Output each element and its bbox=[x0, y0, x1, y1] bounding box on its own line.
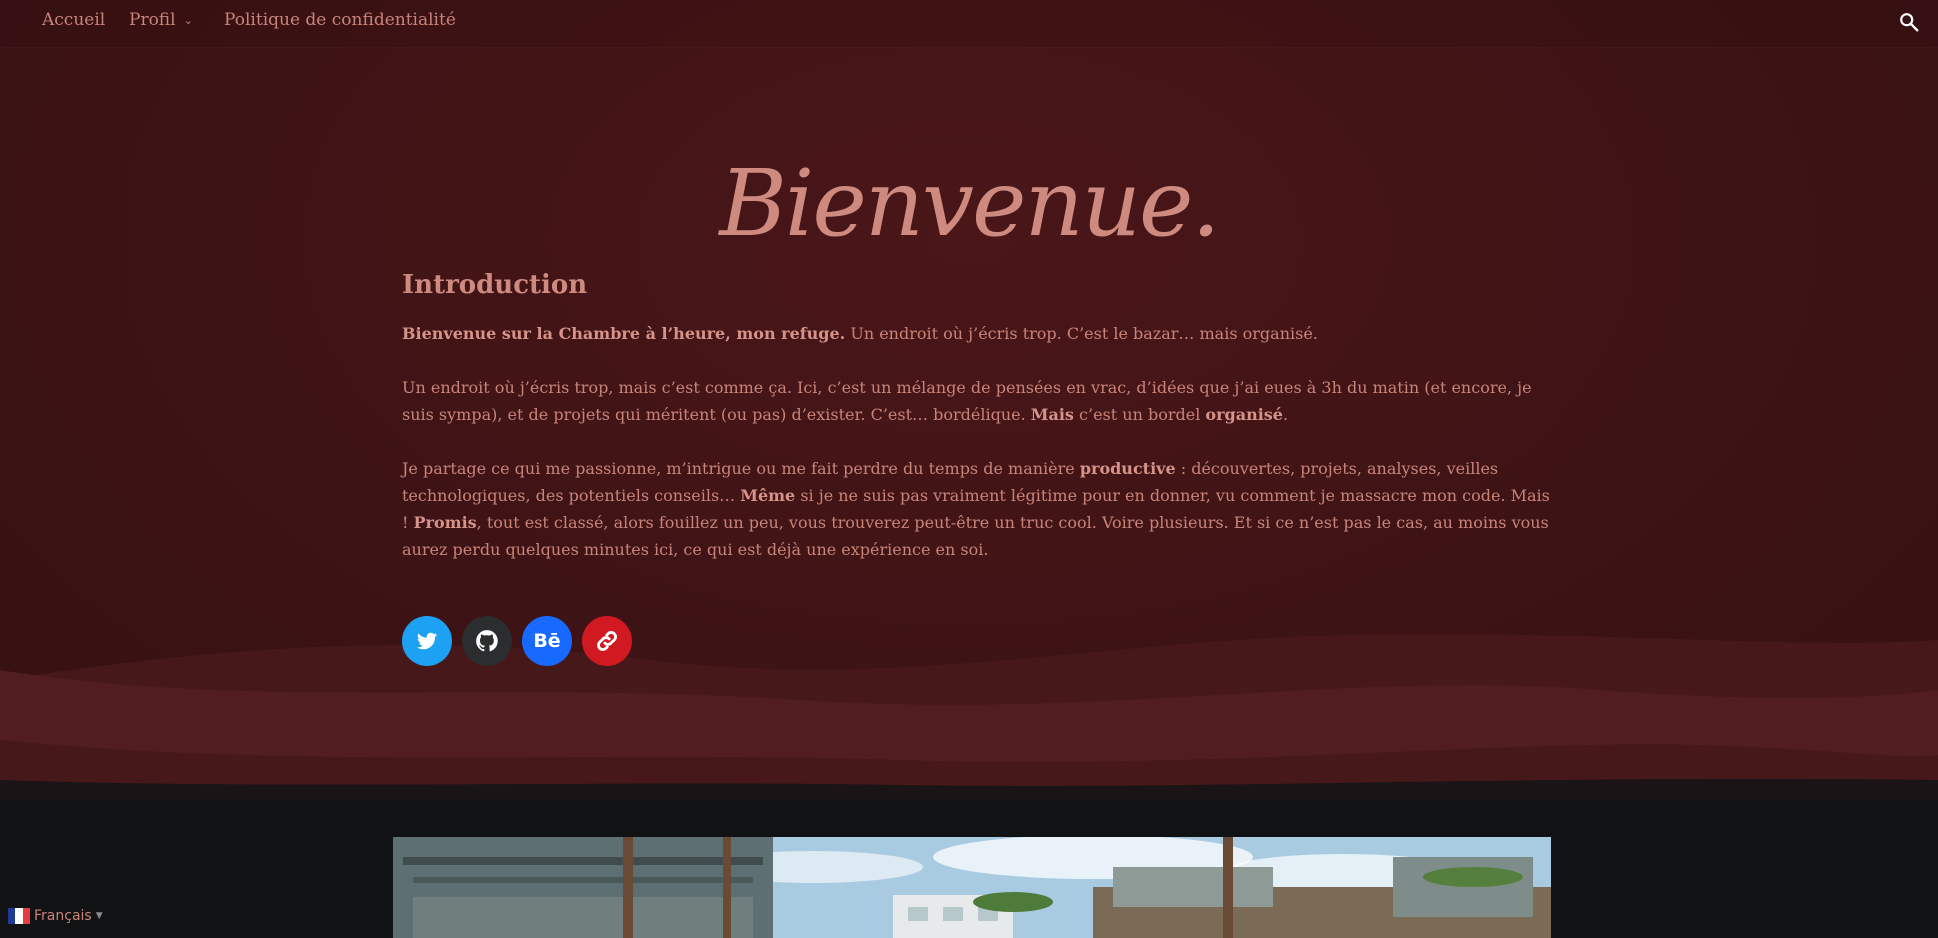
text-span: . bbox=[1282, 405, 1289, 424]
featured-image bbox=[393, 837, 1551, 938]
bold-text: Même bbox=[740, 486, 796, 505]
intro-paragraph-2: Un endroit où j’écris trop, mais c’est c… bbox=[402, 374, 1552, 428]
text-span: Un endroit où j’écris trop. C’est le baz… bbox=[845, 324, 1318, 343]
twitter-link[interactable] bbox=[402, 616, 452, 666]
nav-item-profil[interactable]: Profil ⌄ bbox=[129, 10, 193, 30]
intro-section: Introduction Bienvenue sur la Chambre à … bbox=[402, 270, 1552, 590]
bold-text: Mais bbox=[1030, 405, 1074, 424]
text-span: , tout est classé, alors fouillez un peu… bbox=[402, 513, 1549, 559]
github-link[interactable] bbox=[462, 616, 512, 666]
website-link[interactable] bbox=[582, 616, 632, 666]
text-span: Un endroit où j’écris trop, mais c’est c… bbox=[402, 378, 1532, 424]
page-title: Bienvenue. bbox=[719, 150, 1220, 257]
text-span: c’est un bordel bbox=[1073, 405, 1206, 424]
link-icon bbox=[597, 631, 617, 651]
language-switcher[interactable]: Français ▼ bbox=[8, 908, 103, 924]
language-label: Français bbox=[34, 908, 92, 924]
section-heading: Introduction bbox=[402, 270, 588, 300]
intro-paragraph-1: Bienvenue sur la Chambre à l’heure, mon … bbox=[402, 320, 1552, 347]
france-flag-icon bbox=[8, 908, 30, 924]
bold-text: Bienvenue sur la Chambre à l’heure, mon … bbox=[402, 324, 846, 343]
github-icon bbox=[476, 630, 498, 652]
twitter-icon bbox=[417, 632, 437, 650]
behance-icon: Bē bbox=[533, 630, 561, 652]
search-icon[interactable] bbox=[1898, 11, 1920, 33]
bold-text: productive bbox=[1079, 459, 1176, 478]
wave-divider bbox=[0, 634, 1938, 800]
top-navbar: Accueil Profil ⌄ Politique de confidentia… bbox=[0, 0, 1938, 48]
text-span: Je partage ce qui me passionne, m’intrig… bbox=[402, 459, 1080, 478]
nav-item-accueil[interactable]: Accueil bbox=[42, 10, 105, 30]
chevron-down-icon: ⌄ bbox=[183, 14, 193, 27]
featured-image-illustration bbox=[393, 837, 1551, 938]
nav-item-profil-label: Profil bbox=[129, 10, 176, 30]
nav-item-politique[interactable]: Politique de confidentialité bbox=[224, 10, 456, 30]
bold-text: organisé bbox=[1205, 405, 1283, 424]
caret-down-icon: ▼ bbox=[95, 911, 103, 921]
social-links: Bē bbox=[402, 616, 632, 666]
intro-paragraph-3: Je partage ce qui me passionne, m’intrig… bbox=[402, 455, 1552, 563]
behance-link[interactable]: Bē bbox=[522, 616, 572, 666]
bold-text: Promis bbox=[413, 513, 477, 532]
